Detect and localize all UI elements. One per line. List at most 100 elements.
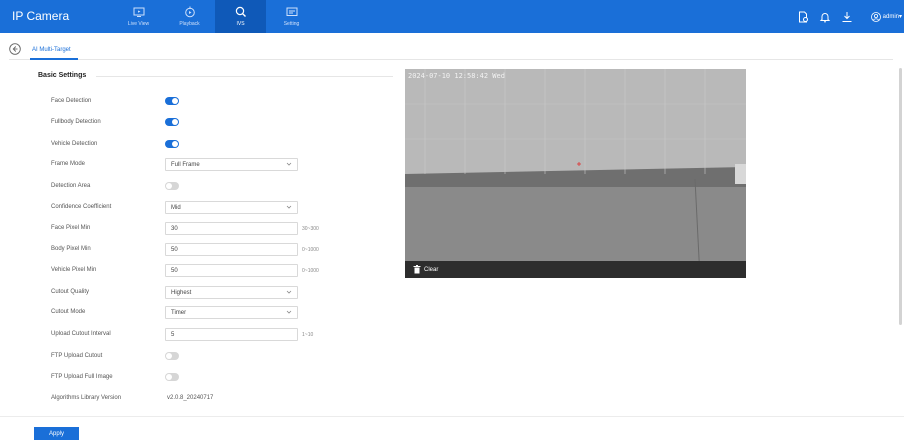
body-pixel-min-label: Body Pixel Min (51, 246, 91, 252)
top-right-tools: admin ▾ (797, 0, 904, 33)
file-icon[interactable] (797, 11, 809, 23)
nav-playback-label: Playback (179, 21, 200, 27)
cutout-quality-value: Highest (171, 290, 192, 296)
caret-down-icon: ▾ (898, 14, 902, 20)
face-pixel-min-row: Face Pixel Min 30 30~300 (0, 222, 400, 236)
chevron-down-icon (286, 290, 292, 294)
vehicle-pixel-min-range: 0~1000 (302, 268, 319, 274)
ftp-upload-cutout-toggle[interactable] (165, 352, 179, 360)
face-detection-label: Face Detection (51, 98, 92, 104)
upload-interval-input[interactable]: 5 (165, 328, 298, 341)
vehicle-detection-label: Vehicle Detection (51, 141, 98, 147)
back-icon[interactable] (9, 43, 21, 55)
face-detection-toggle[interactable] (165, 97, 179, 105)
chevron-down-icon (286, 310, 292, 314)
face-pixel-min-input[interactable]: 30 (165, 222, 298, 235)
frame-mode-row: Frame Mode Full Frame (0, 158, 400, 172)
ftp-upload-full-label: FTP Upload Full Image (51, 374, 113, 380)
clear-button[interactable]: Clear (413, 264, 438, 275)
clear-label: Clear (424, 266, 439, 273)
frame-mode-value: Full Frame (171, 162, 200, 168)
ivs-icon (235, 6, 246, 17)
algo-version-row: Algorithms Library Version v2.0.8_202407… (0, 392, 400, 406)
nav-live-view[interactable]: Live View (113, 0, 164, 33)
bell-icon[interactable] (819, 11, 831, 23)
monitor-icon (133, 7, 144, 17)
face-pixel-min-range: 30~300 (302, 226, 319, 232)
nav-playback[interactable]: Playback (164, 0, 215, 33)
app-title: IP Camera (12, 9, 70, 23)
nav-setting-label: Setting (283, 21, 300, 27)
fullbody-detection-toggle[interactable] (165, 118, 179, 126)
camera-scene (405, 69, 746, 278)
cutout-quality-row: Cutout Quality Highest (0, 286, 400, 300)
tab-ai-multi-target[interactable]: AI Multi-Target (32, 47, 71, 53)
nav-ivs[interactable]: IVS (215, 0, 266, 33)
upload-interval-label: Upload Cutout Interval (51, 331, 111, 337)
cutout-mode-label: Cutout Mode (51, 309, 86, 315)
ftp-upload-full-toggle[interactable] (165, 373, 179, 381)
face-pixel-min-value: 30 (171, 226, 178, 232)
active-tab-indicator (30, 58, 78, 60)
osd-timestamp: 2024-07-10 12:58:42 Wed (408, 72, 505, 80)
algo-version-label: Algorithms Library Version (51, 395, 122, 401)
confidence-value: Mid (171, 205, 181, 211)
body-pixel-min-row: Body Pixel Min 50 0~1000 (0, 243, 400, 257)
setting-icon (286, 7, 297, 16)
frame-mode-select[interactable]: Full Frame (165, 158, 298, 171)
cutout-mode-row: Cutout Mode Timer (0, 306, 400, 320)
upload-interval-row: Upload Cutout Interval 5 1~10 (0, 328, 400, 342)
face-detection-row: Face Detection (0, 95, 400, 109)
nav-live-view-label: Live View (127, 21, 150, 27)
vehicle-detection-row: Vehicle Detection (0, 138, 400, 152)
breadcrumb-divider (9, 59, 893, 60)
body-pixel-min-input[interactable]: 50 (165, 243, 298, 256)
face-pixel-min-label: Face Pixel Min (51, 225, 91, 231)
apply-button[interactable]: Apply (34, 427, 79, 440)
preview-toolbar: Clear (405, 261, 746, 278)
cutout-mode-select[interactable]: Timer (165, 306, 298, 319)
nav-setting[interactable]: Setting (266, 0, 317, 33)
body-pixel-min-range: 0~1000 (302, 247, 319, 253)
cutout-quality-label: Cutout Quality (51, 289, 90, 295)
user-name: admin (882, 13, 899, 20)
detection-area-label: Detection Area (51, 183, 91, 189)
confidence-label: Confidence Coefficient (51, 204, 112, 210)
playback-icon (184, 6, 195, 18)
section-divider (96, 76, 393, 77)
user-icon (870, 11, 881, 22)
ftp-upload-full-row: FTP Upload Full Image (0, 371, 400, 385)
detection-area-toggle[interactable] (165, 182, 179, 190)
fullbody-detection-row: Fullbody Detection (0, 116, 400, 130)
live-preview[interactable]: 2024-07-10 12:58:42 Wed (405, 69, 746, 278)
ftp-upload-cutout-row: FTP Upload Cutout (0, 350, 400, 364)
download-icon[interactable] (841, 11, 853, 23)
vehicle-pixel-min-value: 50 (171, 268, 178, 274)
vehicle-pixel-min-input[interactable]: 50 (165, 264, 298, 277)
frame-mode-label: Frame Mode (51, 161, 86, 167)
top-navigation-bar: IP Camera Live View Playback IVS Setting… (0, 0, 904, 33)
nav-ivs-label: IVS (236, 21, 245, 27)
footer-divider (0, 416, 904, 417)
page-scrollbar[interactable] (899, 68, 902, 325)
user-menu[interactable]: admin ▾ (870, 11, 902, 22)
main-nav: Live View Playback IVS Setting (113, 0, 317, 33)
chevron-down-icon (286, 162, 292, 166)
upload-interval-range: 1~10 (302, 332, 314, 338)
body-pixel-min-value: 50 (171, 247, 178, 253)
confidence-select[interactable]: Mid (165, 201, 298, 214)
vehicle-pixel-min-label: Vehicle Pixel Min (51, 267, 97, 273)
vehicle-detection-toggle[interactable] (165, 140, 179, 148)
upload-interval-value: 5 (171, 332, 175, 338)
algo-version-value: v2.0.8_20240717 (167, 395, 214, 401)
cutout-quality-select[interactable]: Highest (165, 286, 298, 299)
fullbody-detection-label: Fullbody Detection (51, 119, 101, 125)
ftp-upload-cutout-label: FTP Upload Cutout (51, 353, 103, 359)
confidence-row: Confidence Coefficient Mid (0, 201, 400, 215)
trash-icon (413, 265, 421, 274)
section-title: Basic Settings (38, 72, 87, 79)
cutout-mode-value: Timer (171, 310, 187, 316)
chevron-down-icon (286, 205, 292, 209)
detection-area-row: Detection Area (0, 180, 400, 194)
vehicle-pixel-min-row: Vehicle Pixel Min 50 0~1000 (0, 264, 400, 278)
